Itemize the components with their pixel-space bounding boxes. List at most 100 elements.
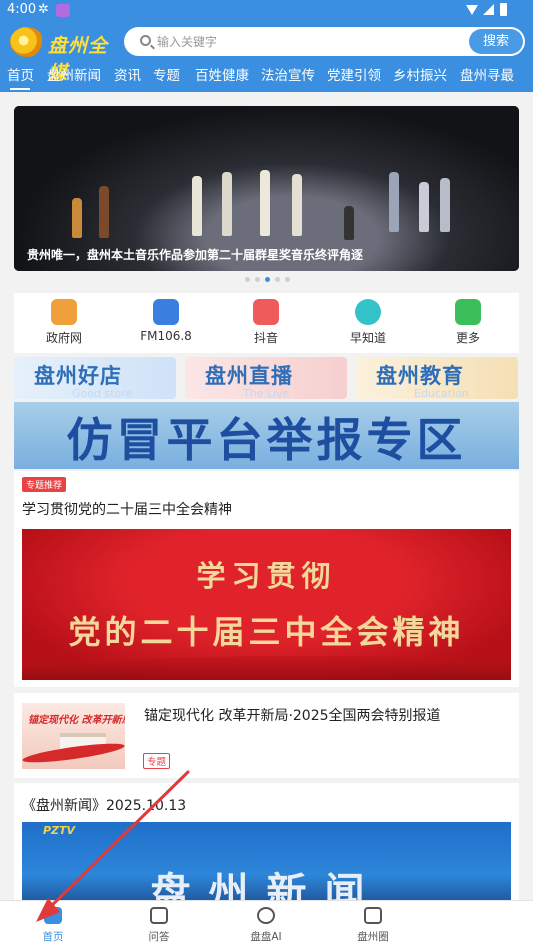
banner-decoration — [22, 656, 511, 680]
category-tabs: 首页 盘州新闻 资讯 专题 百姓健康 法治宣传 党建引领 乡村振兴 盘州寻最 — [0, 64, 533, 90]
carousel-dot[interactable] — [285, 277, 290, 282]
battery-icon — [500, 3, 507, 16]
status-bar: 4:00 ✲ — [0, 0, 533, 22]
quick-links: 政府网 FM106.8 抖音 早知道 更多 — [14, 293, 519, 353]
carousel-dot[interactable] — [245, 277, 250, 282]
bottom-nav-qa[interactable]: 问答 — [129, 907, 189, 944]
thumbnail-text: 盘州新闻 — [150, 870, 383, 900]
tab-law[interactable]: 法治宣传 — [261, 64, 315, 84]
quick-link-douyin[interactable]: 抖音 — [226, 299, 306, 346]
app-notification-icon — [56, 4, 70, 17]
feature-card[interactable]: 专题推荐 学习贯彻党的二十届三中全会精神 学习贯彻 党的二十届三中全会精神 — [14, 471, 519, 687]
chat-icon — [150, 907, 168, 924]
performer-figure — [292, 174, 302, 236]
performer-figure — [260, 170, 270, 236]
promo-title: 盘州好店 — [34, 364, 122, 388]
app-logo: 盘州全媒 — [10, 27, 120, 84]
ai-icon — [257, 907, 275, 924]
carousel-dot-active[interactable] — [265, 277, 270, 282]
special-report-title: 锚定现代化 改革开新局·2025全国两会特别报道 — [144, 708, 441, 724]
tab-home[interactable]: 首页 — [7, 64, 34, 84]
bottom-nav-label: 盘盘AI — [250, 931, 282, 943]
tab-party[interactable]: 党建引领 — [327, 64, 381, 84]
carousel-dot[interactable] — [255, 277, 260, 282]
special-report-thumbnail: 锚定现代化 改革开新局 — [22, 703, 125, 769]
globe-icon — [51, 299, 77, 325]
quick-link-more[interactable]: 更多 — [428, 299, 508, 346]
banner-line-2: 党的二十届三中全会精神 — [68, 613, 465, 651]
banner-line-1: 学习贯彻 — [196, 559, 337, 593]
promo-subtitle: Education — [414, 387, 469, 399]
performer-figure — [99, 186, 109, 238]
tab-rural[interactable]: 乡村振兴 — [393, 64, 447, 84]
tab-health[interactable]: 百姓健康 — [195, 64, 249, 84]
tab-search-best[interactable]: 盘州寻最 — [460, 64, 514, 84]
quick-link-fm[interactable]: FM106.8 — [126, 299, 206, 343]
promo-subtitle: The Live — [243, 387, 290, 399]
promo-title: 盘州教育 — [376, 364, 464, 388]
status-time: 4:00 — [7, 2, 37, 17]
signal-icon — [483, 4, 494, 15]
search-icon — [140, 35, 151, 46]
douyin-icon — [253, 299, 279, 325]
quick-link-label: 早知道 — [349, 331, 386, 345]
search-bar[interactable]: 搜索 — [124, 27, 525, 56]
quick-link-label: FM106.8 — [140, 329, 192, 343]
performer-figure — [344, 206, 354, 240]
carousel-dots — [245, 277, 290, 283]
settings-status-icon: ✲ — [38, 2, 49, 17]
performer-figure — [72, 198, 82, 238]
promo-title: 盘州直播 — [205, 364, 293, 388]
promo-good-store[interactable]: 盘州好店 Good store — [14, 357, 176, 399]
circle-icon — [364, 907, 382, 924]
active-tab-indicator — [10, 88, 30, 90]
bottom-nav-label: 问答 — [148, 931, 170, 943]
logo-icon — [10, 27, 44, 57]
promo-subtitle: Good store — [72, 387, 133, 399]
tab-panzhou-news[interactable]: 盘州新闻 — [47, 64, 101, 84]
bottom-nav-label: 盘州圈 — [357, 931, 389, 943]
news-card[interactable]: 《盘州新闻》2025.10.13 PZTV 盘州新闻 — [14, 783, 519, 900]
news-title: 《盘州新闻》2025.10.13 — [22, 798, 187, 814]
quick-link-label: 抖音 — [253, 331, 278, 345]
bottom-nav-circle[interactable]: 盘州圈 — [343, 907, 403, 944]
fake-platform-report-banner[interactable]: 仿冒平台举报专区 — [14, 402, 519, 469]
feature-banner-image: 学习贯彻 党的二十届三中全会精神 — [22, 529, 511, 680]
performer-figure — [222, 172, 232, 236]
promo-live[interactable]: 盘州直播 The Live — [185, 357, 347, 399]
quick-link-gov[interactable]: 政府网 — [24, 299, 104, 346]
special-report-card[interactable]: 锚定现代化 改革开新局 锚定现代化 改革开新局·2025全国两会特别报道 专题 — [14, 693, 519, 778]
search-button[interactable]: 搜索 — [469, 29, 523, 54]
bottom-nav-label: 首页 — [42, 931, 64, 943]
home-icon — [44, 907, 62, 924]
performer-figure — [192, 176, 202, 236]
wifi-icon — [466, 5, 478, 15]
home-icon — [355, 299, 381, 325]
topic-badge: 专题推荐 — [22, 477, 67, 492]
performer-figure — [419, 182, 429, 232]
carousel-dot[interactable] — [275, 277, 280, 282]
pztv-logo: PZTV — [43, 824, 76, 837]
search-input[interactable] — [157, 27, 457, 56]
tab-news[interactable]: 资讯 — [114, 64, 141, 84]
banner-title: 仿冒平台举报专区 — [66, 413, 467, 467]
radio-icon — [153, 299, 179, 325]
app-header: 4:00 ✲ 盘州全媒 搜索 首页 盘州新闻 资讯 专题 百姓健康 法治宣传 党… — [0, 0, 533, 92]
promo-education[interactable]: 盘州教育 Education — [356, 357, 518, 399]
bottom-nav-home[interactable]: 首页 — [23, 907, 83, 944]
bottom-nav: 首页 问答 盘盘AI 盘州圈 — [0, 900, 533, 948]
bottom-nav-ai[interactable]: 盘盘AI — [236, 907, 296, 944]
hero-carousel[interactable]: 贵州唯一，盘州本土音乐作品参加第二十届群星奖音乐终评角逐 — [14, 106, 519, 271]
performer-figure — [389, 172, 399, 232]
feature-title: 学习贯彻党的二十届三中全会精神 — [22, 502, 232, 518]
thumbnail-text: 锚定现代化 改革开新局 — [28, 715, 125, 726]
topic-tag: 专题 — [143, 753, 171, 769]
quick-link-label: 更多 — [455, 331, 480, 345]
more-icon — [455, 299, 481, 325]
quick-link-label: 政府网 — [45, 331, 82, 345]
quick-link-early-know[interactable]: 早知道 — [328, 299, 408, 346]
tab-topics[interactable]: 专题 — [153, 64, 180, 84]
performer-figure — [440, 178, 450, 232]
carousel-caption: 贵州唯一，盘州本土音乐作品参加第二十届群星奖音乐终评角逐 — [27, 248, 364, 262]
news-thumbnail: PZTV 盘州新闻 — [22, 822, 511, 900]
